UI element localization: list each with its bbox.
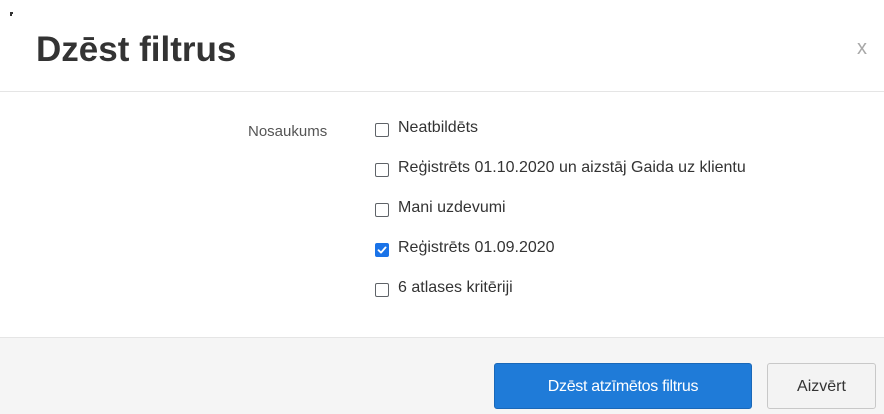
checkbox[interactable] [375,282,389,297]
delete-filters-dialog: Dzēst filtrus x Nosaukums Neatbildēts Re… [0,0,884,414]
dialog-footer: Dzēst atzīmētos filtrus Aizvērt [0,337,884,414]
checkbox[interactable] [375,162,389,177]
close-icon[interactable]: x [852,37,872,59]
filter-option[interactable]: Neatbildēts [375,118,746,138]
filter-options-list: Neatbildēts Reģistrēts 01.10.2020 un aiz… [375,118,746,318]
filter-option-label: Neatbildēts [398,119,479,136]
check-icon [377,246,387,253]
filter-option[interactable]: Mani uzdevumi [375,198,746,218]
close-button[interactable]: Aizvērt [767,363,876,409]
checkbox[interactable] [375,242,389,257]
dialog-body: Nosaukums Neatbildēts Reģistrēts 01.10.2… [0,92,884,337]
dialog-title: Dzēst filtrus [36,30,237,69]
filter-option-label: Reģistrēts 01.09.2020 [398,239,555,256]
filter-option-label: Reģistrēts 01.10.2020 un aizstāj Gaida u… [398,159,746,176]
filter-option[interactable]: Reģistrēts 01.10.2020 un aizstāj Gaida u… [375,158,746,178]
filter-option-label: Mani uzdevumi [398,199,506,216]
filter-option[interactable]: 6 atlases kritēriji [375,278,746,298]
filter-option-label: 6 atlases kritēriji [398,279,513,296]
delete-selected-filters-button[interactable]: Dzēst atzīmētos filtrus [494,363,752,409]
filter-option[interactable]: Reģistrēts 01.09.2020 [375,238,746,258]
checkbox[interactable] [375,122,389,137]
field-label-name: Nosaukums [248,123,328,140]
checkbox[interactable] [375,202,389,217]
dialog-header: Dzēst filtrus x [0,0,884,92]
